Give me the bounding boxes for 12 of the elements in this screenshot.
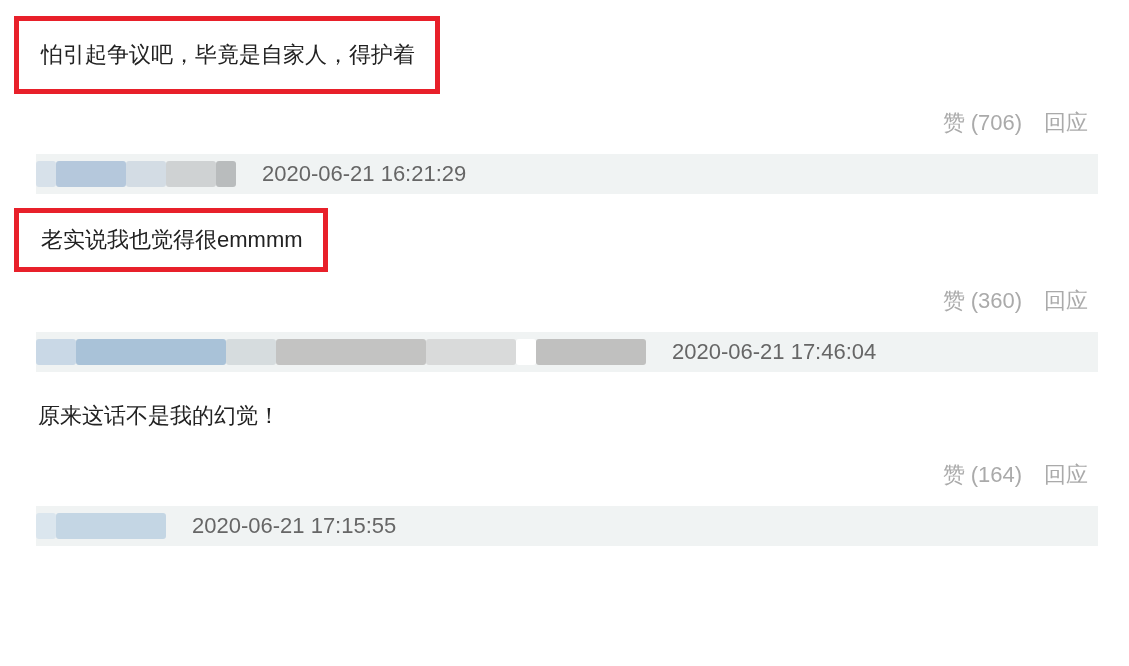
like-link[interactable]: 赞 (360) bbox=[942, 286, 1022, 316]
reply-link[interactable]: 回应 bbox=[1044, 460, 1088, 490]
timestamp: 2020-06-21 16:21:29 bbox=[262, 161, 467, 187]
like-link[interactable]: 赞 (706) bbox=[942, 108, 1022, 138]
reply-link[interactable]: 回应 bbox=[1044, 286, 1088, 316]
timestamp: 2020-06-21 17:46:04 bbox=[672, 339, 877, 365]
comment-text: 怕引起争议吧，毕竟是自家人，得护着 bbox=[41, 41, 415, 69]
reply-link[interactable]: 回应 bbox=[1044, 108, 1088, 138]
like-link[interactable]: 赞 (164) bbox=[942, 460, 1022, 490]
comment-text: 原来这话不是我的幻觉！ bbox=[38, 402, 280, 430]
timestamp: 2020-06-21 17:15:55 bbox=[192, 513, 397, 539]
comment-text: 老实说我也觉得很emmmm bbox=[41, 226, 303, 254]
